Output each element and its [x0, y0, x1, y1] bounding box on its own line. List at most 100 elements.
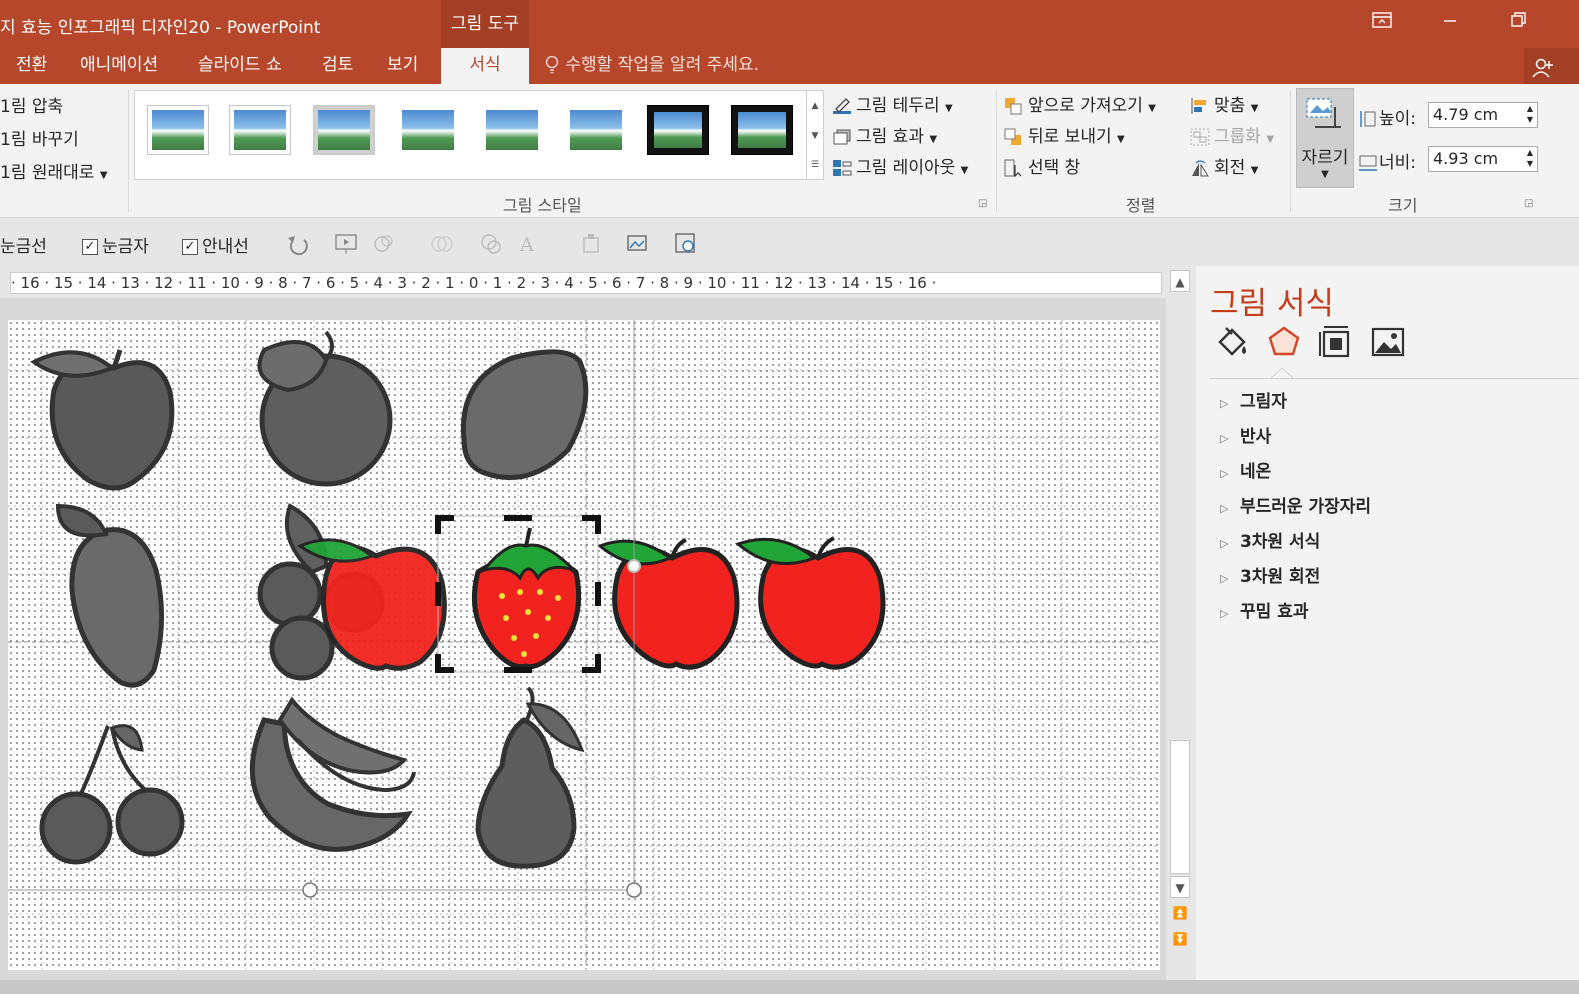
- bring-forward-icon: [1005, 98, 1022, 115]
- slide[interactable]: [8, 320, 1160, 970]
- pane-title: 그림 서식: [1210, 286, 1334, 322]
- dialog-launcher-icon[interactable]: ◲: [1524, 198, 1533, 209]
- style-thumbnail[interactable]: [731, 105, 793, 155]
- tell-me-search[interactable]: 수행할 작업을 알려 주세요.: [544, 48, 759, 84]
- tab-transitions[interactable]: 전환: [16, 48, 47, 84]
- send-backward-button[interactable]: 뒤로 보내기 ▼: [1004, 122, 1125, 147]
- style-thumbnail[interactable]: [647, 105, 709, 155]
- share-user-icon[interactable]: [1524, 48, 1579, 84]
- ribbon-display-icon[interactable]: [1368, 10, 1396, 36]
- style-thumbnail[interactable]: [313, 105, 375, 155]
- layout-icon: [833, 160, 852, 176]
- minimize-icon[interactable]: [1436, 10, 1464, 36]
- align-button[interactable]: 맞춤 ▼: [1190, 91, 1258, 116]
- gray-cherries-image[interactable]: [39, 724, 185, 865]
- picture-styles-gallery: [134, 90, 810, 180]
- next-slide-icon[interactable]: ⏬: [1170, 928, 1190, 950]
- gray-lemon-image[interactable]: [460, 349, 589, 481]
- strawberry-image[interactable]: [471, 527, 582, 670]
- scroll-up-icon[interactable]: ▲: [1170, 270, 1190, 292]
- shapes-icon[interactable]: [374, 235, 393, 252]
- format-painter-icon[interactable]: [583, 234, 599, 253]
- checkbox-checked-icon[interactable]: ✓: [182, 239, 198, 255]
- gridlines-checkbox[interactable]: 눈금선: [0, 232, 47, 257]
- style-thumbnail[interactable]: [229, 105, 291, 155]
- spinner-arrows-icon[interactable]: ▲ ▼: [1527, 103, 1533, 125]
- scroll-down-icon[interactable]: ▼: [1170, 876, 1190, 898]
- compress-pictures-button[interactable]: 1림 압축: [0, 92, 63, 117]
- fill-line-icon[interactable]: [1214, 324, 1250, 360]
- section-shadow[interactable]: ▷ 그림자: [1220, 387, 1287, 412]
- style-thumbnail[interactable]: [147, 105, 209, 155]
- section-artistic-effects[interactable]: ▷ 꾸밈 효과: [1220, 597, 1308, 622]
- checkbox-checked-icon[interactable]: ✓: [82, 239, 98, 255]
- expand-arrow-icon: ▷: [1220, 432, 1229, 445]
- merge-icon[interactable]: [431, 236, 453, 252]
- more-icon[interactable]: ☰: [807, 151, 823, 179]
- tab-animations[interactable]: 애니메이션: [80, 48, 158, 84]
- slide-canvas[interactable]: [0, 298, 1166, 980]
- picture-effects-button[interactable]: 그림 효과 ▼: [832, 122, 937, 147]
- picture-border-label: 그림 테두리: [856, 96, 940, 116]
- effects-pentagon-icon[interactable]: [1266, 324, 1302, 360]
- bring-forward-button[interactable]: 앞으로 가져오기 ▼: [1004, 91, 1156, 116]
- size-properties-icon[interactable]: [1318, 324, 1354, 360]
- insert-picture-icon[interactable]: [627, 235, 647, 251]
- gray-pear-image[interactable]: [475, 686, 585, 869]
- text-effects-icon[interactable]: A: [519, 234, 534, 256]
- section-shadow-label: 그림자: [1240, 392, 1287, 412]
- section-glow-label: 네온: [1240, 462, 1272, 482]
- style-thumbnail[interactable]: [481, 105, 543, 155]
- gray-orange-image[interactable]: [257, 330, 393, 487]
- section-soft-edges-label: 부드러운 가장자리: [1240, 497, 1372, 517]
- style-thumbnail[interactable]: [397, 105, 459, 155]
- rotate-button[interactable]: 회전 ▼: [1190, 153, 1258, 178]
- chevron-down-icon: ▼: [99, 170, 108, 181]
- section-soft-edges[interactable]: ▷ 부드러운 가장자리: [1220, 492, 1371, 517]
- height-icon: [1360, 111, 1376, 127]
- width-spinner[interactable]: 4.93 cm ▲ ▼: [1428, 146, 1538, 172]
- red-apple-image[interactable]: [597, 538, 740, 670]
- tab-slideshow[interactable]: 슬라이드 쇼: [198, 48, 282, 84]
- width-icon: [1359, 155, 1377, 171]
- lightbulb-icon: [545, 55, 559, 74]
- section-3d-rotation[interactable]: ▷ 3차원 회전: [1220, 562, 1320, 587]
- style-thumbnail[interactable]: [565, 105, 627, 155]
- undo-icon[interactable]: [288, 236, 308, 256]
- height-spinner[interactable]: 4.79 cm ▲ ▼: [1428, 102, 1538, 128]
- chevron-up-icon[interactable]: ▲: [807, 91, 823, 121]
- picture-layout-button[interactable]: 그림 레이아웃 ▼: [832, 153, 968, 178]
- tab-format[interactable]: 서식: [441, 48, 529, 84]
- expand-arrow-icon: ▷: [1220, 572, 1229, 585]
- combine-icon[interactable]: [481, 234, 501, 254]
- bring-forward-label: 앞으로 가져오기: [1028, 96, 1143, 116]
- tab-view[interactable]: 보기: [387, 48, 418, 84]
- change-picture-button[interactable]: 1림 바꾸기: [0, 125, 79, 150]
- crop-button[interactable]: 자르기 ▼: [1296, 88, 1354, 188]
- rotate-label: 회전: [1214, 158, 1246, 178]
- slideshow-icon[interactable]: [335, 234, 357, 254]
- guides-checkbox[interactable]: ✓ 안내선: [182, 232, 249, 257]
- chevron-down-icon[interactable]: ▼: [807, 121, 823, 151]
- dialog-launcher-icon[interactable]: ◲: [978, 198, 987, 209]
- section-3d-format[interactable]: ▷ 3차원 서식: [1220, 527, 1320, 552]
- selection-pane-button[interactable]: 선택 창: [1004, 153, 1080, 178]
- red-apple-image[interactable]: [734, 536, 886, 670]
- picture-border-button[interactable]: 그림 테두리 ▼: [832, 91, 953, 116]
- gray-mango-image[interactable]: [55, 503, 165, 688]
- reset-picture-button[interactable]: 1림 원래대로 ▼: [0, 158, 108, 183]
- gray-bananas-image[interactable]: [249, 696, 416, 852]
- spinner-arrows-icon[interactable]: ▲ ▼: [1527, 147, 1533, 169]
- insert-online-picture-icon[interactable]: [675, 233, 695, 253]
- tab-review[interactable]: 검토: [322, 48, 353, 84]
- picture-icon[interactable]: [1370, 324, 1406, 360]
- scrollbar-thumb[interactable]: [1170, 740, 1190, 874]
- previous-slide-icon[interactable]: ⏫: [1170, 902, 1190, 924]
- ruler-checkbox[interactable]: ✓ 눈금자: [82, 232, 149, 257]
- restore-icon[interactable]: [1504, 10, 1532, 36]
- section-reflection[interactable]: ▷ 반사: [1220, 422, 1271, 447]
- section-glow[interactable]: ▷ 네온: [1220, 457, 1271, 482]
- gray-apple-image[interactable]: [30, 349, 175, 491]
- group-objects-button[interactable]: 그룹화 ▼: [1190, 122, 1274, 147]
- gallery-scroll[interactable]: ▲ ▼ ☰: [806, 90, 824, 180]
